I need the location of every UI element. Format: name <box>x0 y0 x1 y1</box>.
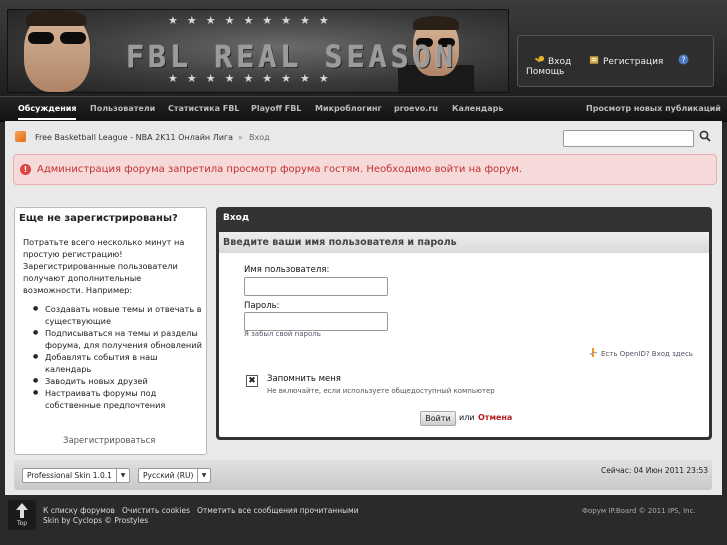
footer-link-forum-index[interactable]: К списку форумов <box>43 506 115 515</box>
or-text: или <box>459 413 475 422</box>
register-link-header[interactable]: Регистрация <box>589 55 663 67</box>
remember-me-label: Запомнить меня <box>267 374 341 384</box>
nav-users[interactable]: Пользователи <box>90 104 155 113</box>
help-icon[interactable]: ? <box>678 54 689 68</box>
login-subtitle-bar: Введите ваши имя пользователя и пароль <box>219 232 709 253</box>
username-label: Имя пользователя: <box>244 265 330 275</box>
username-field[interactable] <box>244 277 388 296</box>
skin-credit[interactable]: Skin by Cyclops © Prostyles <box>43 516 148 525</box>
bottom-bar: Professional Skin 1.0.1 ▼ Русский (RU) ▼… <box>14 460 712 490</box>
site-banner[interactable]: ★★★★★★★★★ FBL REAL SEASON ★★★★★★★★★ <box>7 9 509 93</box>
error-text: Администрация форума запретила просмотр … <box>37 164 523 175</box>
login-subtitle: Введите ваши имя пользователя и пароль <box>223 237 457 248</box>
nav-calendar[interactable]: Календарь <box>452 104 503 113</box>
stars-bottom: ★★★★★★★★★ <box>168 72 338 85</box>
list-item: Подписываться на темы и разделы форума, … <box>23 327 203 351</box>
back-to-top-button[interactable]: Top <box>8 500 36 530</box>
svg-text:?: ? <box>681 56 685 65</box>
breadcrumb-separator: » <box>238 133 243 142</box>
main-nav: Обсуждения Пользователи Статистика FBL P… <box>0 96 727 122</box>
forgot-password-link[interactable]: Я забыл свой пароль <box>244 330 321 338</box>
login-form: Введите ваши имя пользователя и пароль И… <box>219 232 709 437</box>
help-link[interactable]: Помощь <box>526 67 564 77</box>
guest-panel-title: Еще не зарегистрированы? <box>19 213 178 224</box>
benefits-list: Создавать новые темы и отвечать в сущест… <box>23 303 203 411</box>
list-item: Настраивать форумы под собственные предп… <box>23 387 203 411</box>
back-to-top-label: Top <box>16 520 28 527</box>
error-icon: ! <box>20 164 31 175</box>
nav-discussions[interactable]: Обсуждения <box>18 104 77 120</box>
login-panel-title: Вход <box>223 213 250 223</box>
register-link[interactable]: Зарегистрироваться <box>63 436 155 446</box>
openid-icon <box>589 348 598 357</box>
cancel-link[interactable]: Отмена <box>478 413 512 422</box>
password-label: Пароль: <box>244 301 280 311</box>
language-selector-value: Русский (RU) <box>143 471 194 480</box>
breadcrumb-current: Вход <box>249 133 270 142</box>
arrow-up-icon <box>16 503 28 518</box>
breadcrumb-root[interactable]: Free Basketball League - NBA 2K11 Онлайн… <box>35 133 233 142</box>
player-photo-left <box>14 10 100 92</box>
header: ★★★★★★★★★ FBL REAL SEASON ★★★★★★★★★ Вход… <box>0 0 727 96</box>
rss-icon[interactable] <box>15 131 26 142</box>
guest-panel: Еще не зарегистрированы? Потратьте всего… <box>14 207 207 455</box>
breadcrumb-bar: Free Basketball League - NBA 2K11 Онлайн… <box>11 125 717 147</box>
sign-in-link[interactable]: Вход <box>534 55 571 67</box>
login-panel: Вход Введите ваши имя пользователя и пар… <box>216 207 712 440</box>
language-selector[interactable]: Русский (RU) ▼ <box>138 468 211 483</box>
footer-link-clear-cookies[interactable]: Очистить cookies <box>122 506 190 515</box>
sign-in-label: Вход <box>548 57 572 67</box>
skin-selector-value: Professional Skin 1.0.1 <box>27 471 112 480</box>
search-icon[interactable] <box>699 130 711 142</box>
skin-selector[interactable]: Professional Skin 1.0.1 ▼ <box>22 468 130 483</box>
login-button[interactable]: Войти <box>420 411 456 426</box>
openid-label: Есть OpenID? Вход здесь <box>601 350 693 358</box>
remember-me-checkbox[interactable]: ✖ <box>246 375 258 387</box>
register-icon <box>589 56 599 64</box>
current-time: Сейчас: 04 Июн 2011 23:53 <box>601 466 709 475</box>
register-label: Регистрация <box>603 57 664 67</box>
key-icon <box>534 55 545 63</box>
openid-link[interactable]: Есть OpenID? Вход здесь <box>589 348 693 358</box>
list-item: Создавать новые темы и отвечать в сущест… <box>23 303 203 327</box>
remember-me-hint: Не включайте, если используете общедосту… <box>267 387 495 395</box>
list-item: Заводить новых друзей <box>23 375 203 387</box>
footer: Top К списку форумов Очистить cookies От… <box>0 495 727 545</box>
nav-fbl-stats[interactable]: Статистика FBL <box>168 104 239 113</box>
chevron-down-icon: ▼ <box>116 469 129 482</box>
chevron-down-icon: ▼ <box>197 469 210 482</box>
nav-playoff[interactable]: Playoff FBL <box>251 104 301 113</box>
footer-link-mark-read[interactable]: Отметить все сообщения прочитанными <box>197 506 359 515</box>
list-item: Добавлять события в наш календарь <box>23 351 203 375</box>
stars-top: ★★★★★★★★★ <box>168 14 338 27</box>
search-input[interactable] <box>563 130 694 147</box>
nav-microblog[interactable]: Микроблогинг <box>315 104 382 113</box>
password-field[interactable] <box>244 312 388 331</box>
site-logo: FBL REAL SEASON <box>126 40 457 75</box>
copyright[interactable]: Форум IP.Board © 2011 IPS, Inc. <box>582 507 696 515</box>
main-content: Free Basketball League - NBA 2K11 Онлайн… <box>5 121 722 495</box>
guest-panel-intro: Потратьте всего несколько минут на прост… <box>23 237 185 295</box>
user-box: Вход Регистрация ? Помощь <box>517 35 714 87</box>
error-message: ! Администрация форума запретила просмот… <box>13 154 717 185</box>
nav-new-posts[interactable]: Просмотр новых публикаций <box>586 104 721 113</box>
nav-proevo[interactable]: proevo.ru <box>394 104 438 113</box>
